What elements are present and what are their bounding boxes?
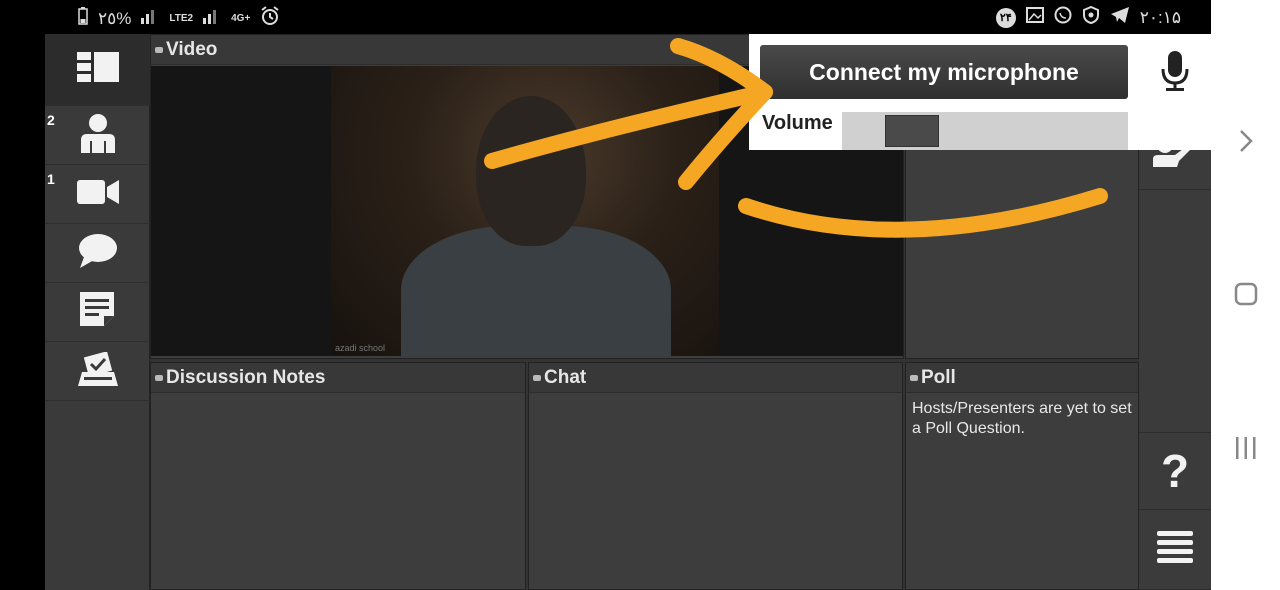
- menu-button[interactable]: [1139, 510, 1211, 590]
- poll-panel-header[interactable]: Poll: [906, 363, 1138, 393]
- chat-panel: Chat: [528, 362, 903, 590]
- poll-panel-title: Poll: [921, 366, 956, 388]
- shield-icon: [1082, 5, 1100, 29]
- whatsapp-icon: [1054, 6, 1072, 29]
- network-label: 4G+: [231, 13, 251, 24]
- battery-percent: ٢٥%: [98, 8, 132, 28]
- volume-label: Volume: [762, 112, 833, 134]
- panel-grip-icon: [155, 46, 163, 53]
- panel-grip-icon: [533, 374, 541, 381]
- sidebar-item-chat[interactable]: [45, 224, 150, 283]
- chat-bubble-icon: [78, 233, 118, 274]
- poll-message: Hosts/Presenters are yet to set a Poll Q…: [912, 400, 1132, 437]
- telegram-icon: [1110, 6, 1130, 29]
- user-icon: [79, 113, 117, 158]
- nav-recents-button[interactable]: [1211, 431, 1280, 471]
- video-person-head: [476, 96, 586, 246]
- camera-count-badge: 1: [47, 171, 55, 187]
- notes-panel: Discussion Notes: [150, 362, 526, 590]
- signal-icon-2: [203, 8, 221, 29]
- left-sidebar: 2 1: [45, 34, 150, 590]
- nav-forward-button[interactable]: [1211, 124, 1280, 164]
- status-left: ٢٥% LTE2 4G+: [78, 6, 280, 31]
- sidebar-item-camera[interactable]: 1: [45, 165, 150, 224]
- notes-panel-title: Discussion Notes: [166, 366, 326, 388]
- webcam-video[interactable]: azadi school: [331, 66, 719, 356]
- hamburger-icon: [1157, 529, 1193, 570]
- notes-panel-header[interactable]: Discussion Notes: [151, 363, 525, 393]
- microphone-toggle-button[interactable]: [1143, 40, 1207, 106]
- video-watermark: azadi school: [335, 343, 386, 353]
- help-label: ?: [1160, 445, 1190, 497]
- microphone-icon: [1161, 50, 1189, 96]
- status-bar: ٢٥% LTE2 4G+ ٢۴ ٢٠:١۵: [0, 0, 1211, 34]
- sidebar-item-notes[interactable]: [45, 283, 150, 342]
- camera-icon: [76, 179, 119, 210]
- signal-icon: [141, 8, 159, 29]
- recents-icon: [1234, 436, 1258, 467]
- screen: ٢٥% LTE2 4G+ ٢۴ ٢٠:١۵ 2 1 Video azadi sc…: [0, 0, 1280, 590]
- status-right: ٢۴ ٢٠:١۵: [995, 5, 1181, 29]
- connect-microphone-button[interactable]: Connect my microphone: [760, 45, 1128, 99]
- sidebar-item-poll[interactable]: [45, 342, 150, 401]
- chat-panel-title: Chat: [544, 366, 587, 388]
- panel-grip-icon: [910, 374, 918, 381]
- video-panel-title: Video: [166, 38, 218, 60]
- battery-icon: [78, 7, 88, 30]
- notification-count-badge: ٢۴: [995, 7, 1016, 28]
- notes-icon: [79, 291, 116, 333]
- users-count-badge: 2: [47, 112, 55, 128]
- home-square-icon: [1234, 282, 1258, 313]
- layout-icon: [76, 52, 119, 87]
- vote-icon: [77, 350, 118, 391]
- chevron-right-icon: [1238, 129, 1254, 160]
- panel-grip-icon: [155, 374, 163, 381]
- alarm-icon: [260, 6, 280, 31]
- volume-slider[interactable]: [842, 112, 1128, 150]
- help-button[interactable]: ?: [1139, 432, 1211, 510]
- volume-slider-thumb[interactable]: [885, 115, 940, 147]
- sidebar-item-users[interactable]: 2: [45, 106, 150, 165]
- lte-label: LTE2: [169, 13, 194, 24]
- microphone-popover: Connect my microphone Volume: [749, 34, 1211, 150]
- sidebar-item-layout[interactable]: [45, 34, 150, 106]
- chat-panel-header[interactable]: Chat: [529, 363, 902, 393]
- poll-panel: Poll Hosts/Presenters are yet to set a P…: [905, 362, 1139, 590]
- clock-label: ٢٠:١۵: [1139, 7, 1181, 27]
- android-nav-bar: [1211, 0, 1280, 590]
- gallery-icon: [1025, 6, 1044, 29]
- nav-home-button[interactable]: [1211, 277, 1280, 317]
- conference-app: 2 1 Video azadi school Discussion Notes …: [45, 34, 1211, 590]
